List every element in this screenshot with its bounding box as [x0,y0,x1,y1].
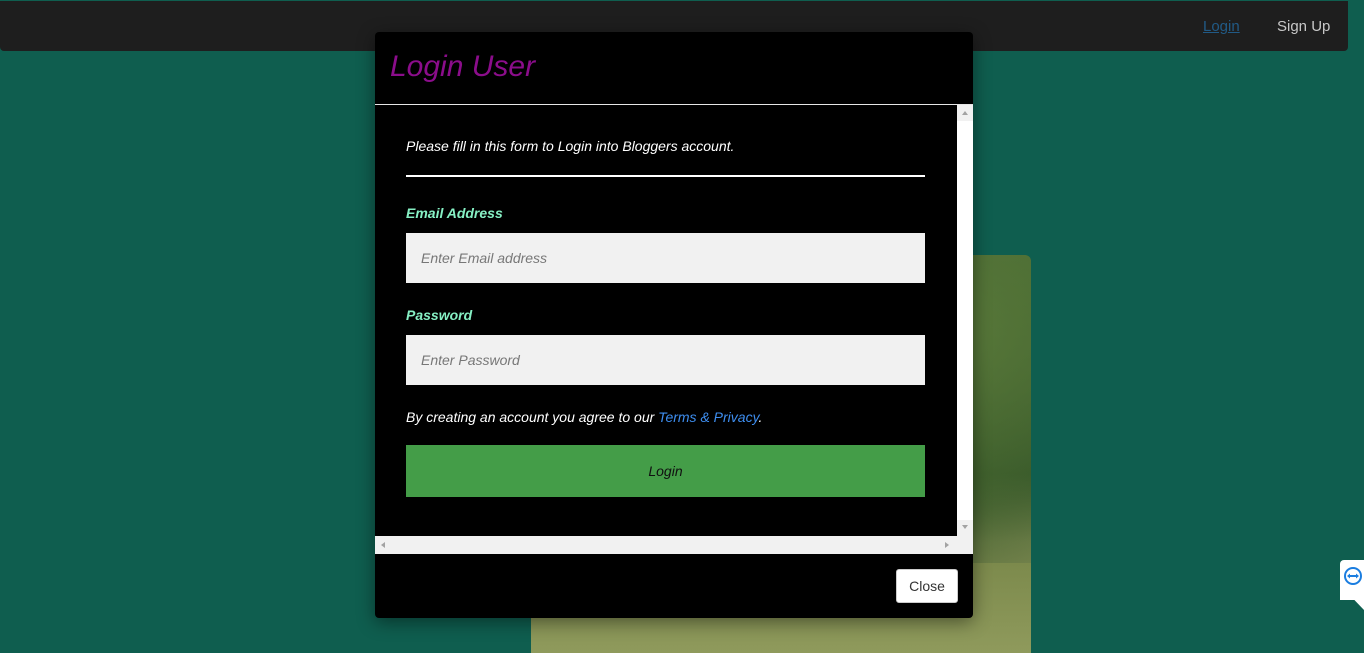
modal-body: Please fill in this form to Login into B… [375,105,957,536]
modal-title: Login User [390,50,536,83]
scroll-left-icon[interactable] [381,542,385,548]
password-field[interactable] [406,335,925,385]
vertical-scroll-thumb[interactable] [957,121,973,520]
login-modal: Login User Please fill in this form to L… [375,32,973,618]
scroll-down-icon[interactable] [962,525,968,529]
scrollbar-corner [957,536,973,554]
vertical-scrollbar[interactable] [957,105,973,536]
terms-suffix: . [758,409,763,425]
modal-body-frame: Please fill in this form to Login into B… [375,105,973,554]
scroll-right-icon[interactable] [945,542,949,548]
horizontal-scrollbar[interactable] [375,536,957,554]
form-divider [406,175,925,177]
remote-support-widget[interactable] [1340,560,1364,610]
form-intro-text: Please fill in this form to Login into B… [406,138,735,154]
modal-header: Login User [375,32,973,105]
scroll-up-icon[interactable] [962,111,968,115]
terms-prefix: By creating an account you agree to our [406,409,659,425]
email-label: Email Address [406,205,503,221]
email-field[interactable] [406,233,925,283]
close-button[interactable]: Close [896,569,958,603]
terms-text: By creating an account you agree to our … [406,409,762,425]
login-button[interactable]: Login [406,445,925,497]
teamviewer-icon [1344,567,1362,585]
terms-privacy-link[interactable]: Terms & Privacy [658,409,758,425]
nav-login-link[interactable]: Login [1203,18,1240,35]
password-label: Password [406,307,473,323]
nav-signup-link[interactable]: Sign Up [1277,18,1330,35]
modal-footer: Close [375,554,973,618]
